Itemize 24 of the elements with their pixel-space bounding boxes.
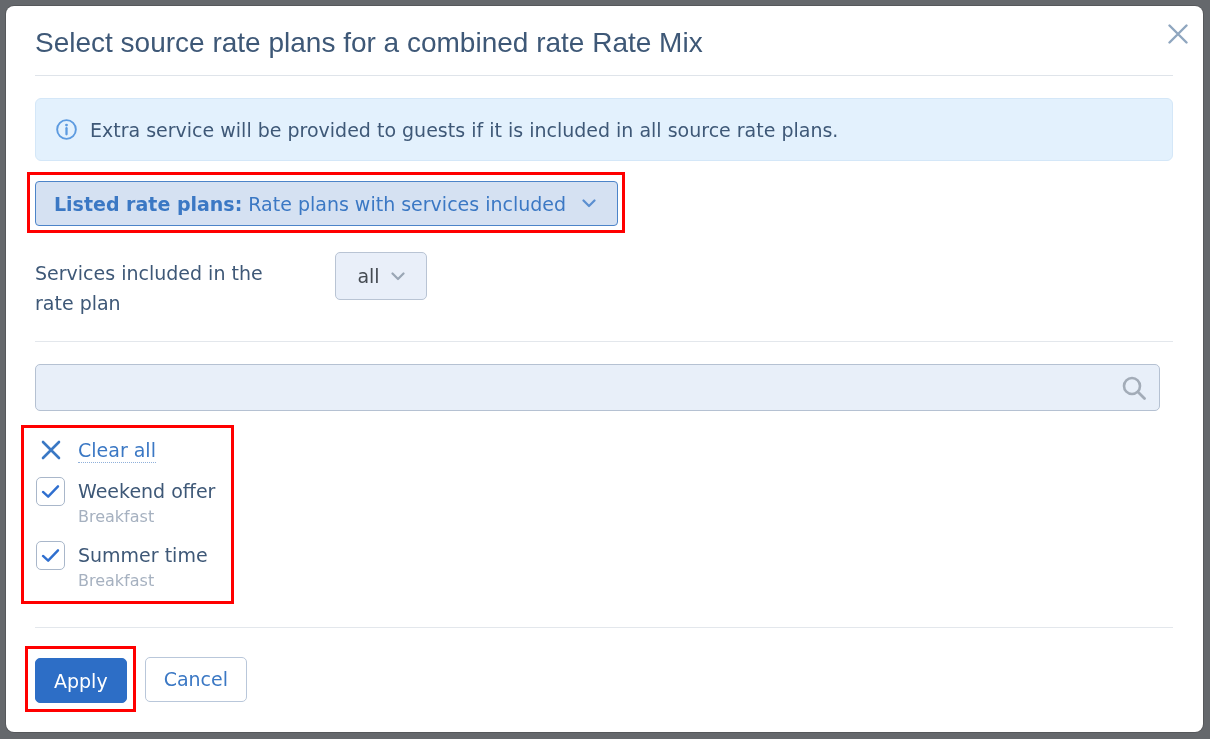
cancel-button[interactable]: Cancel xyxy=(144,656,248,702)
checkmark-icon xyxy=(41,484,60,499)
rate-plan-name[interactable]: Weekend offer xyxy=(78,477,231,506)
checkbox[interactable] xyxy=(36,477,65,506)
chevron-down-icon xyxy=(390,271,405,281)
services-dropdown[interactable]: all xyxy=(335,252,427,300)
x-icon xyxy=(40,440,61,460)
info-text: Extra service will be provided to guests if it is included in all source rate plans. xyxy=(90,118,839,141)
checkbox[interactable] xyxy=(36,541,65,570)
checkmark-icon xyxy=(41,548,60,563)
info-icon xyxy=(56,119,77,140)
listed-plans-dropdown[interactable]: Listed rate plans: Rate plans with services included xyxy=(35,181,619,226)
close-icon xyxy=(1168,24,1188,44)
search-field[interactable] xyxy=(35,364,1160,411)
search-icon xyxy=(1122,375,1146,400)
clear-all-link[interactable]: Clear all xyxy=(78,437,156,463)
rate-plan-services: Breakfast xyxy=(78,570,156,592)
apply-button[interactable]: Apply xyxy=(35,658,127,703)
dialog-title: Select source rate plans for a combined rate Rate Mix xyxy=(35,26,703,59)
close-button[interactable] xyxy=(1168,24,1188,44)
chevron-down-icon xyxy=(582,199,597,208)
rate-plan-name[interactable]: Summer time xyxy=(78,541,231,570)
services-label: Services included in the rate plan xyxy=(35,261,264,316)
rate-plan-services: Breakfast xyxy=(78,506,156,528)
